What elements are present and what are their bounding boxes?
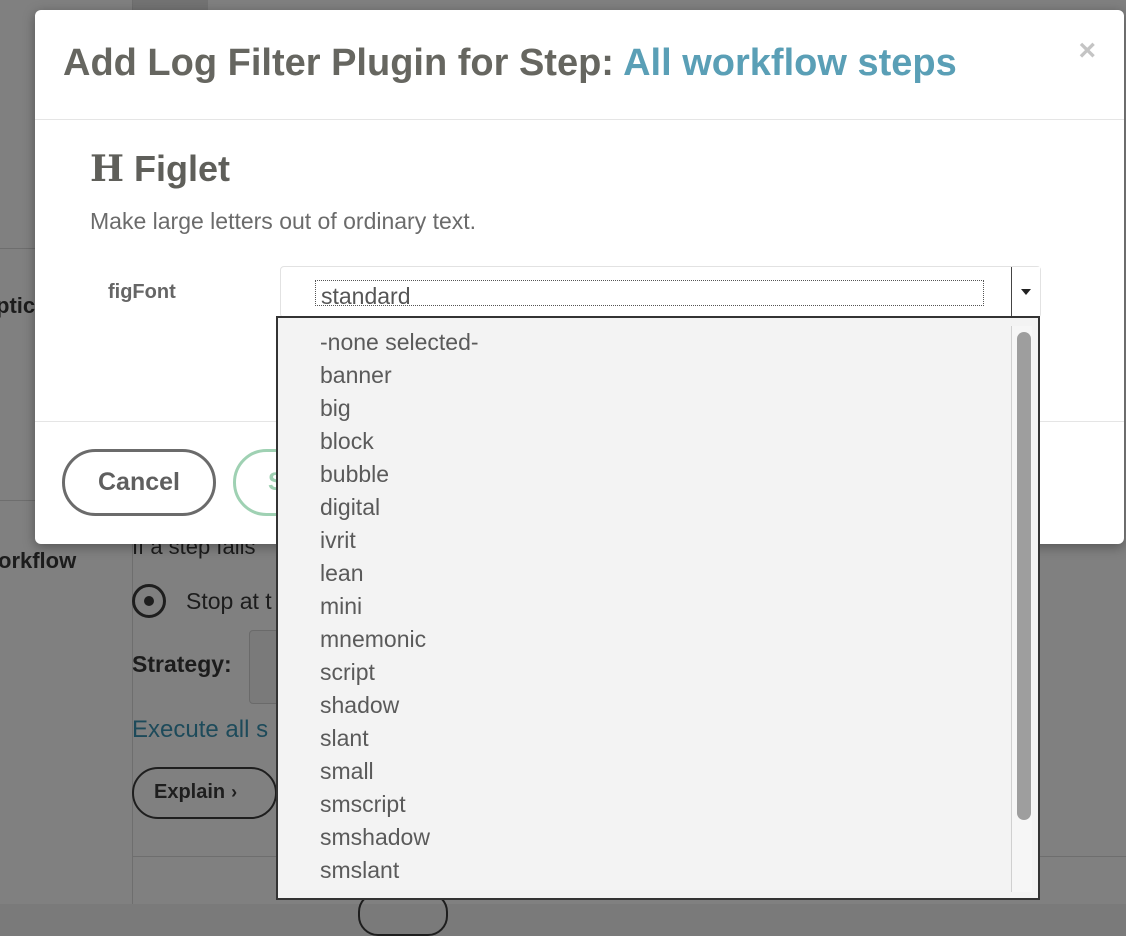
dropdown-option[interactable]: digital (278, 491, 1008, 524)
dropdown-option[interactable]: lean (278, 557, 1008, 590)
dropdown-option[interactable]: mini (278, 590, 1008, 623)
strategy-label: Strategy: (132, 651, 232, 677)
dropdown-option[interactable]: block (278, 425, 1008, 458)
dropdown-option[interactable]: slant (278, 722, 1008, 755)
figfont-selected-value[interactable]: standard (315, 280, 984, 306)
explain-button[interactable]: Explain › (132, 767, 277, 819)
stop-at-label: Stop at t (186, 588, 272, 614)
plugin-name: Figlet (134, 148, 231, 189)
dropdown-option[interactable]: ivrit (278, 524, 1008, 557)
plugin-title: H Figlet (90, 148, 230, 190)
dropdown-option[interactable]: smslant (278, 854, 1008, 887)
dropdown-option[interactable]: mnemonic (278, 623, 1008, 656)
stop-at-radio[interactable] (132, 584, 166, 618)
dropdown-option[interactable]: banner (278, 359, 1008, 392)
dropdown-option[interactable]: smshadow (278, 821, 1008, 854)
dropdown-option[interactable]: small (278, 755, 1008, 788)
figfont-select[interactable]: standard (280, 266, 1041, 318)
dropdown-option[interactable]: bubble (278, 458, 1008, 491)
dropdown-option[interactable]: -none selected- (278, 326, 1008, 359)
dropdown-option[interactable]: shadow (278, 689, 1008, 722)
modal-title: Add Log Filter Plugin for Step: All work… (63, 42, 957, 85)
cancel-button[interactable]: Cancel (62, 449, 216, 516)
execute-all-link[interactable]: Execute all s (132, 716, 268, 744)
chevron-right-icon: › (231, 782, 238, 802)
modal-title-step: All workflow steps (623, 42, 957, 84)
close-icon[interactable]: × (1078, 36, 1096, 66)
modal-header: Add Log Filter Plugin for Step: All work… (35, 10, 1124, 120)
figfont-label: figFont (108, 281, 176, 303)
explain-button-label: Explain (154, 781, 226, 803)
options-section-label: ptic (0, 293, 36, 318)
dropdown-arrow-icon[interactable] (1011, 267, 1040, 317)
options-list: -none selected-banner big block bubble digit… (278, 326, 1008, 887)
scrollbar[interactable] (1011, 326, 1032, 892)
figfont-options-list[interactable]: -none selected-banner big block bubble digit… (276, 316, 1040, 900)
scrollbar-thumb[interactable] (1017, 332, 1031, 820)
workflow-section-label: orkflow (0, 548, 77, 573)
modal-title-prefix: Add Log Filter Plugin for Step: (63, 42, 614, 84)
dropdown-option[interactable]: script (278, 656, 1008, 689)
dropdown-option[interactable]: big (278, 392, 1008, 425)
figlet-icon: H (90, 148, 125, 190)
dropdown-option[interactable]: smscript (278, 788, 1008, 821)
plugin-description: Make large letters out of ordinary text. (90, 208, 477, 234)
